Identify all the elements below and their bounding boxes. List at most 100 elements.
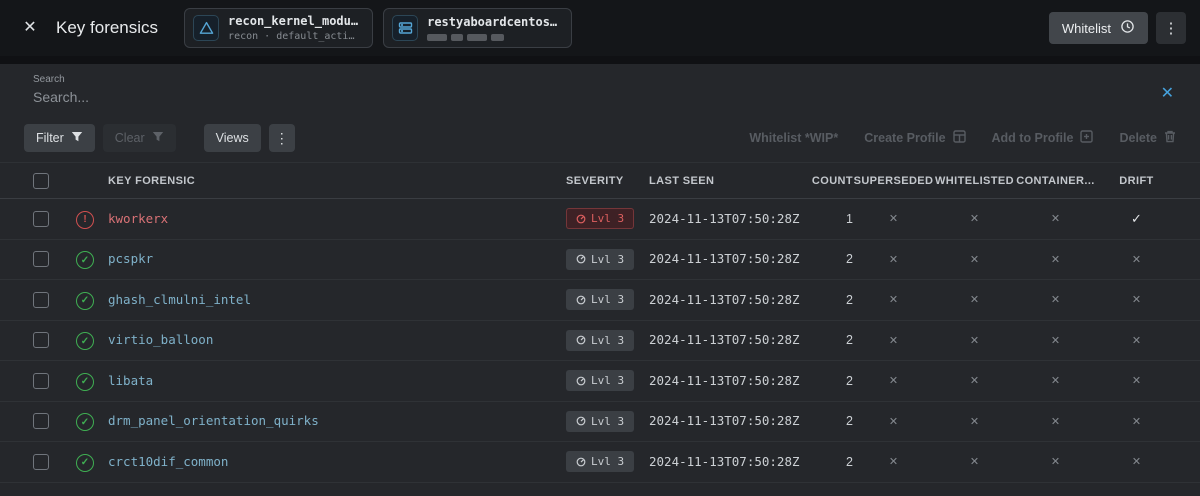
superseded-flag: ✕	[888, 334, 899, 347]
row-status-icon: ✓	[76, 413, 94, 431]
container-flag: ✕	[1050, 334, 1061, 347]
last-seen: 2024-11-13T07:50:28Z	[649, 453, 800, 469]
row-checkbox[interactable]	[33, 413, 49, 430]
container-flag: ✕	[1050, 294, 1061, 307]
close-icon[interactable]: ✕	[16, 14, 44, 42]
count: 1	[846, 211, 853, 226]
row-checkbox[interactable]	[33, 453, 49, 470]
whitelisted-flag: ✕	[969, 213, 980, 226]
superseded-flag: ✕	[888, 294, 899, 307]
funnel-icon	[152, 131, 164, 146]
row-checkbox[interactable]	[33, 372, 49, 389]
superseded-flag: ✕	[888, 253, 899, 266]
severity-label: Lvl 3	[591, 333, 625, 347]
row-checkbox[interactable]	[33, 251, 49, 268]
container-flag: ✕	[1050, 253, 1061, 266]
count: 2	[846, 252, 853, 267]
column-header-last-seen[interactable]: LAST SEEN	[649, 175, 807, 187]
screen: ✕ Key forensics recon_kernel_modu… recon…	[0, 0, 1200, 496]
column-header-whitelisted[interactable]: WHITELISTED	[934, 175, 1015, 187]
superseded-flag: ✕	[888, 213, 899, 226]
container-flag: ✕	[1050, 375, 1061, 388]
profile-add-icon	[1080, 130, 1094, 146]
last-seen: 2024-11-13T07:50:28Z	[649, 332, 800, 348]
add-to-profile-button[interactable]: Add to Profile	[992, 130, 1094, 146]
forensic-name[interactable]: crct10dif_common	[108, 454, 228, 469]
create-profile-label: Create Profile	[864, 131, 946, 145]
column-header-container[interactable]: CONTAINER...	[1015, 175, 1096, 187]
whitelist-button[interactable]: Whitelist	[1048, 12, 1148, 44]
clear-filter-button[interactable]: Clear	[102, 124, 176, 152]
container-flag: ✕	[1050, 456, 1061, 469]
column-header-drift[interactable]: DRIFT	[1096, 175, 1177, 187]
top-bar-actions: Whitelist ⋮	[1048, 12, 1186, 44]
drift-flag: ✕	[1131, 456, 1142, 469]
whitelist-wip-label: Whitelist *WIP*	[749, 131, 839, 145]
delete-button[interactable]: Delete	[1119, 130, 1176, 146]
row-status-icon: ✓	[76, 251, 94, 269]
forensic-name[interactable]: virtio_balloon	[108, 332, 213, 347]
last-seen: 2024-11-13T07:50:28Z	[649, 372, 800, 388]
drift-flag: ✕	[1131, 375, 1142, 388]
add-to-profile-label: Add to Profile	[991, 131, 1074, 145]
severity-badge: Lvl 3	[566, 329, 635, 351]
whitelist-wip-button[interactable]: Whitelist *WIP*	[749, 131, 838, 145]
column-header-key-forensic[interactable]: KEY FORENSIC	[108, 175, 566, 187]
drift-flag: ✕	[1131, 253, 1142, 266]
search-close-icon[interactable]: ✕	[1161, 86, 1174, 102]
container-flag: ✕	[1050, 213, 1061, 226]
severity-badge: Lvl 3	[566, 248, 635, 270]
count: 2	[846, 292, 853, 307]
clear-filter-button-label: Clear	[114, 131, 145, 145]
last-seen: 2024-11-13T07:50:28Z	[649, 413, 800, 429]
forensic-name[interactable]: ghash_clmulni_intel	[108, 292, 251, 307]
table-row: ! kworkerx Lvl 3 2024-11-13T07:50:28Z 1 …	[0, 199, 1200, 240]
main-panel: Search ✕ Filter Clear Views ⋮	[0, 64, 1200, 496]
forensic-name[interactable]: pcspkr	[108, 251, 153, 266]
kebab-menu-icon[interactable]: ⋮	[1156, 12, 1186, 44]
page-title: Key forensics	[56, 18, 159, 37]
whitelist-button-label: Whitelist	[1061, 20, 1111, 36]
forensic-name[interactable]: libata	[108, 373, 153, 388]
funnel-icon	[71, 131, 83, 146]
last-seen: 2024-11-13T07:50:28Z	[649, 251, 800, 267]
column-header-severity[interactable]: SEVERITY	[566, 175, 649, 187]
bulk-actions: Whitelist *WIP* Create Profile Add to Pr…	[749, 130, 1176, 146]
superseded-flag: ✕	[888, 375, 899, 388]
profile-grid-icon	[952, 130, 966, 146]
severity-badge: Lvl 3	[566, 208, 635, 230]
forensic-name[interactable]: kworkerx	[108, 211, 168, 226]
row-checkbox[interactable]	[33, 332, 49, 349]
drift-flag: ✕	[1131, 334, 1142, 347]
filter-button[interactable]: Filter	[24, 124, 95, 152]
select-all-checkbox[interactable]	[33, 172, 49, 189]
host-chip[interactable]: restyaboardcentos…	[383, 8, 573, 48]
views-button[interactable]: Views	[203, 124, 261, 152]
column-header-superseded[interactable]: SUPERSEDED	[853, 175, 934, 187]
delete-label: Delete	[1119, 131, 1157, 145]
last-seen: 2024-11-13T07:50:28Z	[649, 210, 800, 226]
whitelisted-flag: ✕	[969, 334, 980, 347]
row-status-icon: ✓	[76, 291, 94, 310]
drift-flag: ✕	[1131, 415, 1142, 428]
row-checkbox[interactable]	[33, 291, 49, 308]
row-checkbox[interactable]	[33, 210, 49, 227]
column-header-count[interactable]: COUNT	[807, 175, 853, 187]
whitelisted-flag: ✕	[969, 415, 980, 428]
forensic-name[interactable]: drm_panel_orientation_quirks	[108, 413, 319, 428]
create-profile-button[interactable]: Create Profile	[864, 130, 966, 146]
whitelisted-flag: ✕	[969, 294, 980, 307]
policy-chip-sub: recon · default_acti…	[228, 30, 355, 42]
whitelisted-flag: ✕	[969, 375, 980, 388]
whitelisted-flag: ✕	[969, 456, 980, 469]
table-row: ✓ ghash_clmulni_intel Lvl 3 2024-11-13T0…	[0, 280, 1200, 321]
count: 2	[846, 373, 853, 388]
table-row: ✓ libata Lvl 3 2024-11-13T07:50:28Z 2 ✕ …	[0, 361, 1200, 402]
drift-flag: ✕	[1131, 294, 1142, 307]
server-icon	[392, 15, 419, 41]
host-chip-label: restyaboardcentos…	[427, 14, 558, 29]
search-input[interactable]	[33, 89, 453, 105]
superseded-flag: ✕	[888, 415, 899, 428]
views-menu-icon[interactable]: ⋮	[268, 124, 295, 152]
policy-chip[interactable]: recon_kernel_modu… recon · default_acti…	[184, 8, 374, 48]
